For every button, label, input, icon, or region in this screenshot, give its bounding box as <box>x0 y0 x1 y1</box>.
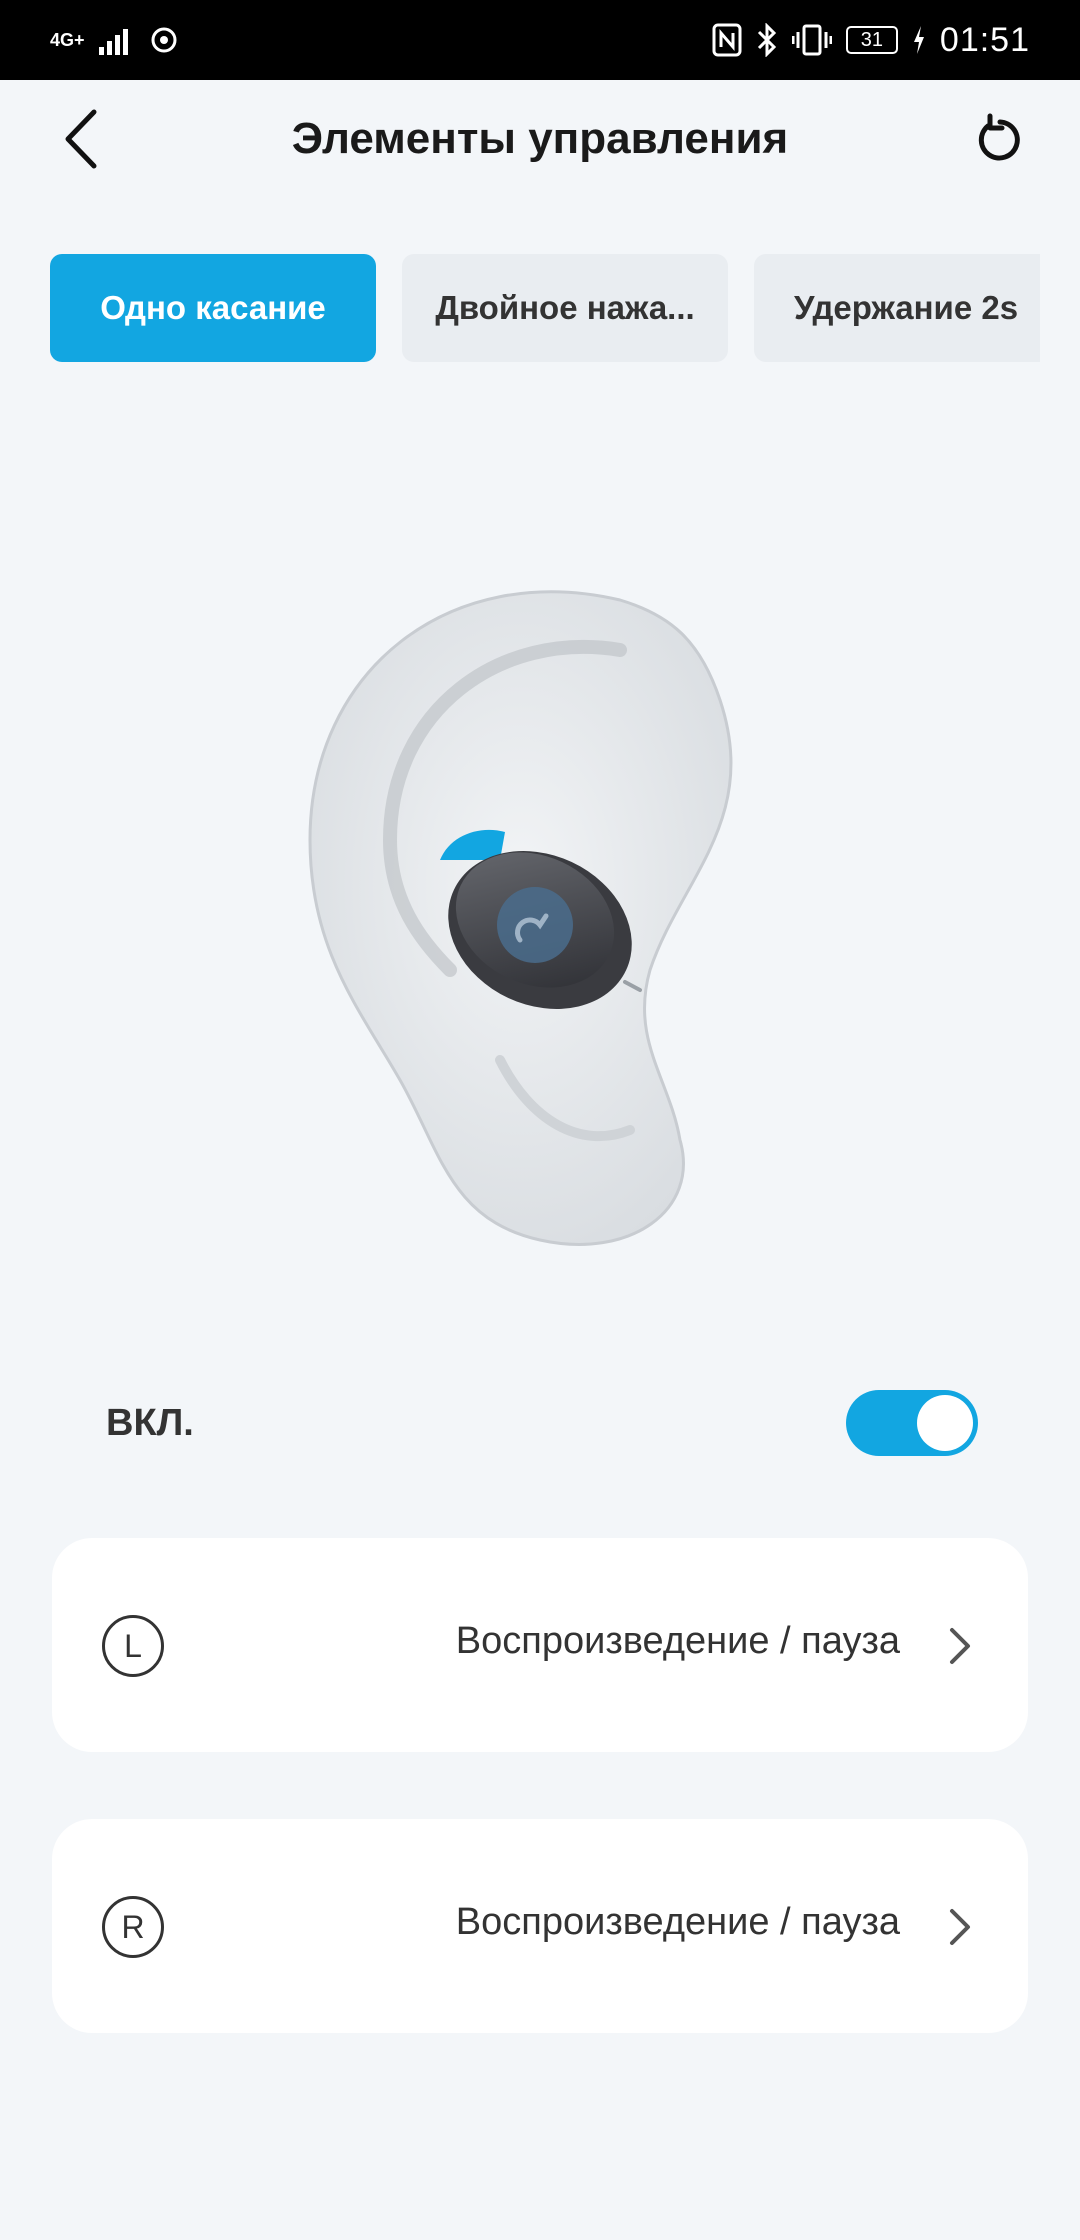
charging-icon <box>913 26 924 54</box>
enable-toggle[interactable] <box>846 1390 978 1456</box>
earbud-illustration <box>308 590 733 1246</box>
reset-button[interactable] <box>972 112 1028 168</box>
back-button[interactable] <box>58 106 108 172</box>
bluetooth-icon <box>757 23 777 57</box>
tab-hold[interactable]: Удержание 2s <box>754 254 1040 362</box>
enable-label: ВКЛ. <box>106 1402 194 1444</box>
status-left: 4G+ <box>50 25 179 55</box>
chevron-right-icon <box>950 1909 970 1945</box>
right-earbud-action-card[interactable]: R Воспроизведение / пауза <box>52 1819 1028 2033</box>
right-action-value: Воспроизведение / пауза <box>455 1901 900 1943</box>
status-right: 31 01:51 <box>712 21 1030 60</box>
side-letter: L <box>124 1627 142 1664</box>
left-earbud-action-card[interactable]: L Воспроизведение / пауза <box>52 1538 1028 1752</box>
signal-icon <box>98 29 128 55</box>
enable-row: ВКЛ. <box>0 1390 1080 1460</box>
left-earbud-icon: L <box>102 1615 164 1677</box>
tab-label: Одно касание <box>100 289 326 326</box>
tab-label: Удержание 2s <box>794 289 1019 326</box>
nfc-icon <box>712 23 742 57</box>
battery-indicator: 31 <box>845 26 898 54</box>
tab-label: Двойное нажа... <box>435 289 695 326</box>
vibrate-icon <box>791 24 832 56</box>
battery-level: 31 <box>860 28 884 51</box>
tab-single-tap[interactable]: Одно касание <box>50 254 376 362</box>
gesture-tabs: Одно касание Двойное нажа... Удержание 2… <box>50 254 1040 362</box>
clock: 01:51 <box>939 20 1030 59</box>
app-header: Элементы управления <box>0 80 1080 198</box>
tab-double-tap[interactable]: Двойное нажа... <box>402 254 728 362</box>
right-earbud-icon: R <box>102 1896 164 1958</box>
status-bar: 4G+ 31 01:51 <box>0 0 1080 80</box>
network-type-label: 4G+ <box>50 29 85 50</box>
toggle-knob <box>917 1395 973 1451</box>
sync-icon <box>151 27 177 53</box>
chevron-right-icon <box>950 1628 970 1664</box>
left-action-value: Воспроизведение / пауза <box>455 1620 900 1662</box>
side-letter: R <box>121 1908 145 1945</box>
page-title: Элементы управления <box>291 114 789 163</box>
